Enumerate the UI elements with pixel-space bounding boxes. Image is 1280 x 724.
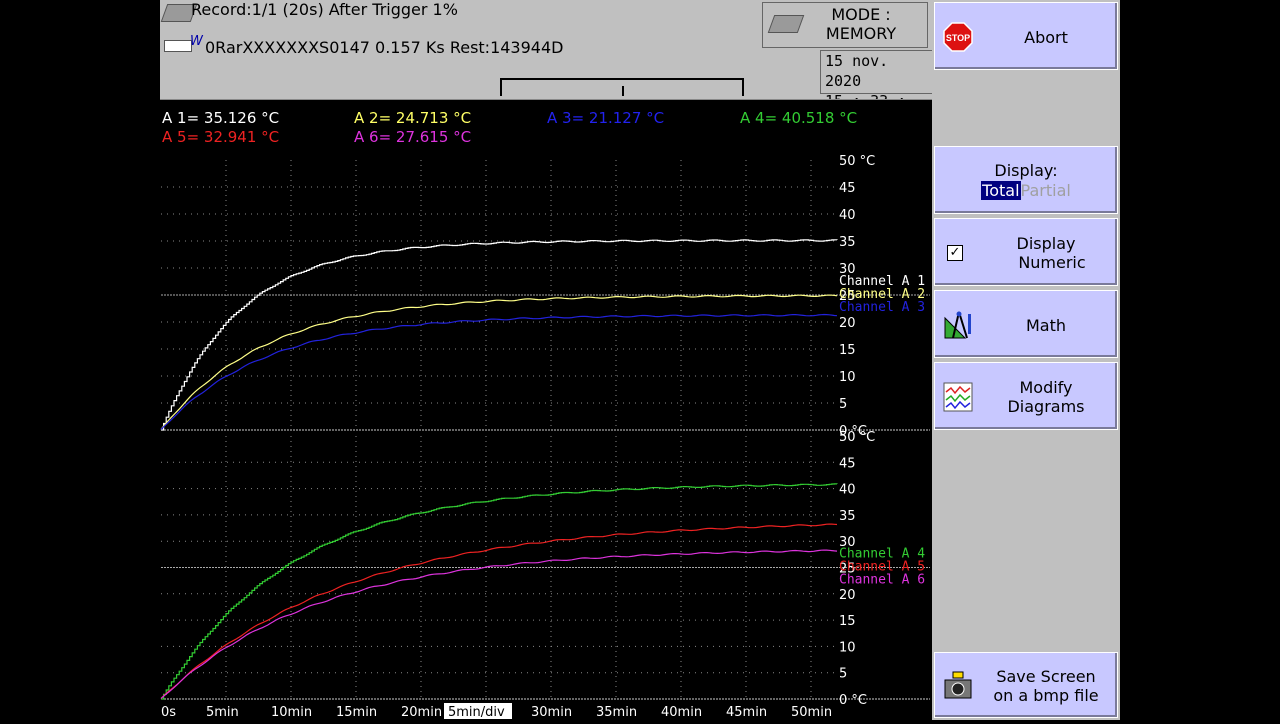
- record-status: Record:1/1 (20s) After Trigger 1%: [191, 0, 458, 19]
- x-tick-label: 40min: [661, 705, 702, 720]
- math-label: Math: [1025, 316, 1067, 335]
- lower-y-tick: 5: [839, 667, 847, 682]
- lower-y-tick: 45: [839, 456, 856, 471]
- disk-icon: [164, 40, 192, 52]
- save-label-2: on a bmp file: [993, 686, 1099, 705]
- upper-y-tick: 5: [839, 397, 847, 412]
- file-status: 0RarXXXXXXXS0147 0.157 Ks Rest:143944D: [205, 38, 564, 57]
- x-tick-label: 15min: [336, 705, 377, 720]
- upper-y-tick: 35: [839, 235, 856, 250]
- checkbox-checked-icon[interactable]: ✓: [947, 245, 963, 261]
- upper-y-tick: 50 °C: [839, 154, 875, 169]
- lower-series-2: [160, 523, 838, 699]
- upper-y-tick: 15: [839, 343, 856, 358]
- save-screen-button[interactable]: Save Screen on a bmp file: [934, 652, 1118, 718]
- lower-y-tick: 35: [839, 509, 856, 524]
- modify-diagrams-button[interactable]: Modify Diagrams: [934, 362, 1118, 430]
- modify-label-1: Modify: [1019, 378, 1073, 397]
- mode-value: MEMORY: [825, 24, 897, 43]
- x-tick-label: 5min: [206, 705, 239, 720]
- mode-indicator: MODE : MEMORY: [762, 2, 928, 48]
- upper-series-3: [160, 313, 838, 430]
- memory-chip-icon: [767, 15, 805, 33]
- display-mode-button[interactable]: Display: TotalPartial: [934, 146, 1118, 214]
- x-tick-label: 30min: [531, 705, 572, 720]
- lower-y-tick: 0 °C: [839, 693, 867, 708]
- display-partial-option[interactable]: Partial: [1021, 181, 1071, 200]
- lower-y-tick: 20: [839, 588, 856, 603]
- softkey-panel: STOP Abort Display: TotalPartial ✓ Displ…: [932, 0, 1120, 720]
- lower-y-tick: 10: [839, 640, 856, 655]
- display-title: Display:: [994, 161, 1058, 180]
- date-text: 15 nov. 2020: [825, 52, 889, 90]
- stop-icon: STOP: [943, 22, 973, 52]
- modify-label-2: Diagrams: [1007, 397, 1085, 416]
- record-position-marker: [622, 86, 624, 96]
- reading-a3: A 3= 21.127 °C: [547, 109, 665, 127]
- lower-y-tick: 50 °C: [839, 430, 875, 445]
- file-mode-letter: W: [190, 34, 203, 49]
- svg-text:STOP: STOP: [946, 33, 970, 43]
- mode-label: MODE :: [831, 5, 891, 24]
- chart-area: 50 °C 45 40 35 30 25 20 15 10 5 0 °C Channel A 1 Cha…: [160, 153, 932, 720]
- upper-y-tick: 10: [839, 370, 856, 385]
- x-tick-label: 10min: [271, 705, 312, 720]
- lower-y-tick: 40: [839, 483, 856, 498]
- upper-y-tick: 40: [839, 208, 856, 223]
- date-time: 15 nov. 2020 15 : 33 : 46: [820, 50, 934, 130]
- reading-a6: A 6= 27.615 °C: [354, 128, 472, 146]
- display-numeric-label-1: Display: [1016, 234, 1076, 253]
- x-tick-label: 45min: [726, 705, 767, 720]
- reading-a5: A 5= 32.941 °C: [162, 128, 280, 146]
- numeric-readings: A 1= 35.126 °C A 2= 24.713 °C A 3= 21.12…: [160, 99, 932, 155]
- lower-series-3: [160, 549, 838, 699]
- display-numeric-label-2: Numeric: [1018, 253, 1086, 272]
- upper-series-1: [161, 239, 838, 431]
- lower-y-tick: 15: [839, 614, 856, 629]
- x-scale-label: 5min/div: [448, 705, 505, 720]
- camera-icon: [944, 671, 972, 699]
- reading-a2: A 2= 24.713 °C: [354, 109, 472, 127]
- math-button[interactable]: Math: [934, 290, 1118, 358]
- upper-y-tick: 20: [839, 316, 856, 331]
- reading-a4: A 4= 40.518 °C: [740, 109, 858, 127]
- x-tick-label: 35min: [596, 705, 637, 720]
- display-numeric-button[interactable]: ✓ Display Numeric: [934, 218, 1118, 286]
- abort-label: Abort: [1024, 28, 1068, 47]
- math-tools-icon: [944, 311, 971, 339]
- save-label-1: Save Screen: [996, 667, 1096, 686]
- lower-channel-label: Channel A 6: [839, 573, 925, 588]
- reading-a1: A 1= 35.126 °C: [162, 109, 280, 127]
- abort-button[interactable]: STOP Abort: [934, 2, 1118, 70]
- trend-chart: 50 °C454035302520151050 °CChannel A 1Cha…: [160, 154, 930, 720]
- x-tick-label: 0s: [161, 705, 176, 720]
- upper-channel-label: Channel A 3: [839, 300, 925, 315]
- diagram-icon: [943, 382, 973, 412]
- x-tick-label: 50min: [791, 705, 832, 720]
- lower-series-1: [161, 483, 838, 700]
- display-total-option[interactable]: Total: [981, 181, 1021, 200]
- x-tick-label: 20min: [401, 705, 442, 720]
- upper-y-tick: 45: [839, 181, 856, 196]
